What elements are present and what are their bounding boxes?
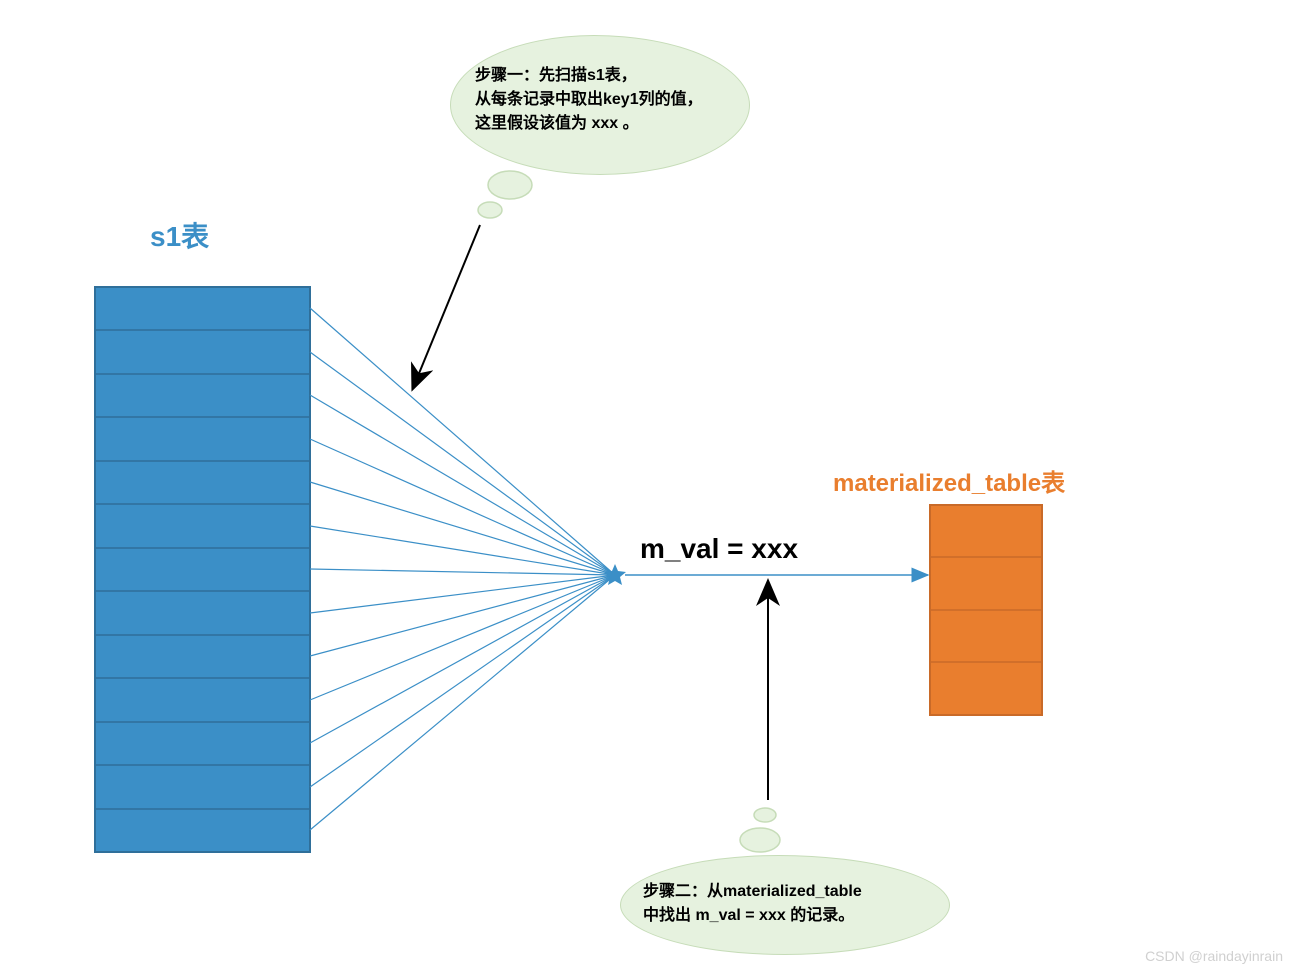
equation-label: m_val = xxx bbox=[640, 533, 798, 565]
step-2-callout: 步骤二：从materialized_table 中找出 m_val = xxx … bbox=[620, 855, 950, 955]
converging-lines bbox=[310, 308, 615, 830]
step-1-callout: 步骤一：先扫描s1表， 从每条记录中取出key1列的值， 这里假设该值为 xxx… bbox=[450, 35, 750, 175]
step-1-line-2: 从每条记录中取出key1列的值， bbox=[475, 88, 725, 112]
materialized-table-graphic bbox=[930, 505, 1042, 715]
callout-1-arrow bbox=[413, 225, 480, 388]
callout-2-tail bbox=[740, 808, 780, 852]
watermark: CSDN @raindayinrain bbox=[1145, 948, 1283, 964]
callout-1-tail bbox=[478, 171, 532, 218]
s1-table-graphic bbox=[95, 287, 310, 852]
materialized-table-label: materialized_table表 bbox=[833, 463, 1065, 498]
s1-table-label: s1表 bbox=[150, 215, 209, 255]
step-2-line-2: 中找出 m_val = xxx 的记录。 bbox=[643, 904, 927, 928]
step-1-line-3: 这里假设该值为 xxx 。 bbox=[475, 112, 725, 136]
step-1-line-1: 步骤一：先扫描s1表， bbox=[475, 64, 725, 88]
step-2-line-1: 步骤二：从materialized_table bbox=[643, 880, 927, 904]
